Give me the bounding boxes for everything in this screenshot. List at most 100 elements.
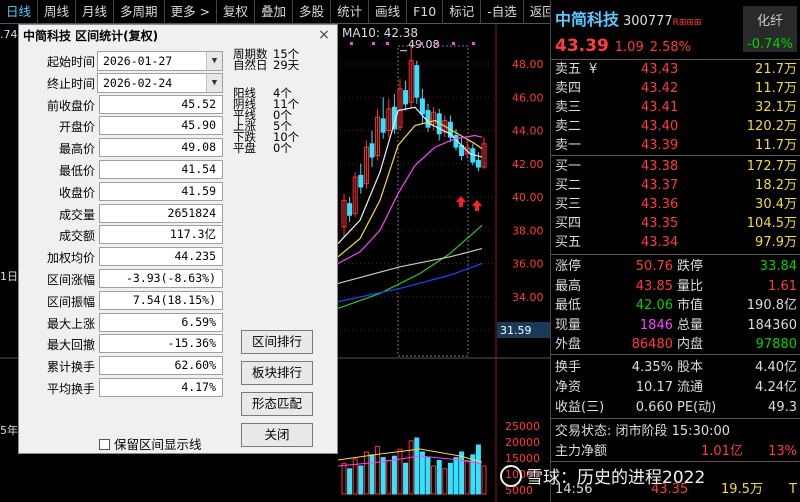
bid-price: 43.34 [641, 235, 679, 250]
dialog-title[interactable]: 中简科技 区间统计(复权) [19, 25, 337, 47]
buy-signal-arrow-icon [456, 196, 466, 207]
bid-price: 43.35 [641, 216, 679, 231]
stock-code: 300777 [623, 14, 673, 29]
divider [551, 418, 800, 419]
bid-row[interactable]: 买一 43.38 172.7万 [551, 158, 800, 176]
volume-field: 2651824 [99, 203, 223, 223]
signal-dot [420, 42, 423, 45]
volume-bar [419, 451, 425, 495]
vwap-field: 44.235 [99, 247, 223, 267]
left-edge-label: .74 [0, 28, 18, 41]
buy-signal-arrow-icon [472, 200, 482, 211]
open-price-label: 开盘价 [58, 120, 95, 135]
ask-row[interactable]: 卖一 43.39 11.7万 [551, 137, 800, 155]
tab-more[interactable]: 更多 > [165, 0, 218, 24]
main-fund-value: 1.01亿 [701, 444, 743, 459]
stat-label: 外盘 [555, 337, 582, 352]
period-count-label: 自然日 [233, 58, 268, 72]
price-tick-label: 46.00 [512, 91, 544, 104]
ask-row[interactable]: 卖四 43.42 11.7万 [551, 80, 800, 98]
bid-row[interactable]: 买二 43.37 18.2万 [551, 177, 800, 195]
chevron-down-icon[interactable]: ▼ [206, 52, 222, 70]
close-icon[interactable]: × [315, 26, 333, 44]
turnover-label: 成交额 [58, 229, 95, 244]
ask-row[interactable]: 卖三 43.41 32.1万 [551, 99, 800, 117]
main-fund-pct: 13% [768, 444, 797, 459]
toolbar-watchlist-button[interactable]: -自选 [481, 0, 524, 24]
checkbox-box[interactable] [99, 439, 110, 450]
range-ranking-button[interactable]: 区间排行 [241, 330, 313, 354]
range-amplitude-field: 7.54(18.15%) [99, 290, 223, 310]
toolbar-multi-stock-button[interactable]: 多股 [293, 0, 332, 24]
toolbar-draw-button[interactable]: 画线 [369, 0, 408, 24]
stat-value: 49.3 [768, 400, 797, 415]
quote-header: 中简科技 300777R⊞⊞⊞ [555, 6, 702, 30]
stat-label: PE(动) [677, 400, 717, 415]
volume-bar [470, 454, 476, 495]
chevron-down-icon[interactable]: ▼ [206, 73, 222, 92]
divider [551, 155, 800, 156]
price-tick-label: 42.00 [512, 158, 544, 171]
ask-volume: 11.7万 [755, 138, 797, 153]
max-rise-label: 最大上涨 [46, 316, 95, 331]
stock-name[interactable]: 中简科技 [555, 10, 619, 29]
range-amplitude-label: 区间振幅 [46, 294, 95, 309]
start-date-label: 起始时间 [46, 55, 95, 69]
volume-bar [414, 437, 420, 495]
cum-turnover-label: 累计换手 [46, 360, 95, 375]
bid-row[interactable]: 买三 43.36 30.4万 [551, 196, 800, 214]
stat-cell: 净资 10.17 [555, 378, 673, 397]
peak-price-label: 49.08 [408, 38, 440, 51]
tab-monthly[interactable]: 月线 [76, 0, 115, 24]
bid-row[interactable]: 买四 43.35 104.5万 [551, 215, 800, 233]
ask-price: 43.42 [641, 81, 679, 96]
turnover-field: 117.3亿 [99, 225, 223, 245]
sector-ranking-button[interactable]: 板块排行 [241, 361, 313, 385]
close-price-label: 收盘价 [58, 185, 95, 200]
toolbar-adjust-button[interactable]: 复权 [217, 0, 256, 24]
tab-multi-period[interactable]: 多周期 [114, 0, 165, 24]
interval-stats-dialog: 中简科技 区间统计(复权) × 起始时间 2026-01-27 ▼ 终止时间 2026-… [18, 24, 338, 454]
candle-body [425, 110, 431, 128]
close-button[interactable]: 关闭 [241, 423, 313, 447]
high-price-field: 49.08 [99, 138, 223, 158]
end-date-select[interactable]: 2026-02-24 ▼ [97, 72, 223, 93]
volume-bar [431, 465, 437, 495]
candle-body [419, 98, 425, 115]
volume-bar [347, 468, 353, 495]
stat-cell: 内盘 97880 [677, 335, 797, 354]
stat-value: 1.61 [768, 278, 797, 294]
toolbar-overlay-button[interactable]: 叠加 [255, 0, 294, 24]
toolbar-mark-button[interactable]: 标记 [443, 0, 482, 24]
ask-row[interactable]: 卖五 ¥43.43 21.7万 [551, 61, 800, 79]
tab-weekly[interactable]: 周线 [38, 0, 77, 24]
ask-row[interactable]: 卖二 43.40 120.2万 [551, 118, 800, 136]
stat-value: 1846 [639, 317, 673, 333]
divider [551, 354, 800, 355]
stat-label: 量比 [677, 278, 704, 294]
period-count-block: 周期数 15个 自然日 29天 [233, 48, 299, 72]
period-toolbar: 日线 周线 月线 多周期 更多 > 复权 叠加 多股 统计 画线 F10 标记 … [0, 0, 562, 24]
pattern-match-button[interactable]: 形态匹配 [241, 392, 313, 416]
bid-row[interactable]: 买五 43.34 97.9万 [551, 234, 800, 252]
sector-badge[interactable]: 化纤 -0.74% [743, 6, 797, 52]
start-date-select[interactable]: 2026-01-27 ▼ [97, 51, 223, 71]
yuan-icon: ¥ [589, 62, 598, 77]
bid-price: 43.37 [641, 178, 679, 193]
volume-bar [475, 444, 481, 495]
toolbar-stats-button[interactable]: 统计 [331, 0, 370, 24]
tab-daily[interactable]: 日线 [0, 0, 39, 24]
prev-close-label: 前收盘价 [46, 98, 95, 113]
stat-label: 涨停 [555, 259, 582, 274]
toolbar-f10-button[interactable]: F10 [407, 0, 444, 24]
bid-volume: 30.4万 [755, 197, 797, 212]
keep-range-lines-checkbox[interactable]: 保留区间显示线 [99, 434, 202, 453]
stat-cell: 现量 1846 [555, 316, 673, 335]
volume-bar [447, 462, 453, 495]
volume-bar [369, 454, 375, 495]
ask-volume: 21.7万 [755, 62, 797, 77]
candle-body [380, 118, 386, 133]
avg-turnover-field: 4.17% [99, 378, 223, 397]
volume-bar [380, 457, 386, 495]
candle-body [369, 143, 375, 158]
